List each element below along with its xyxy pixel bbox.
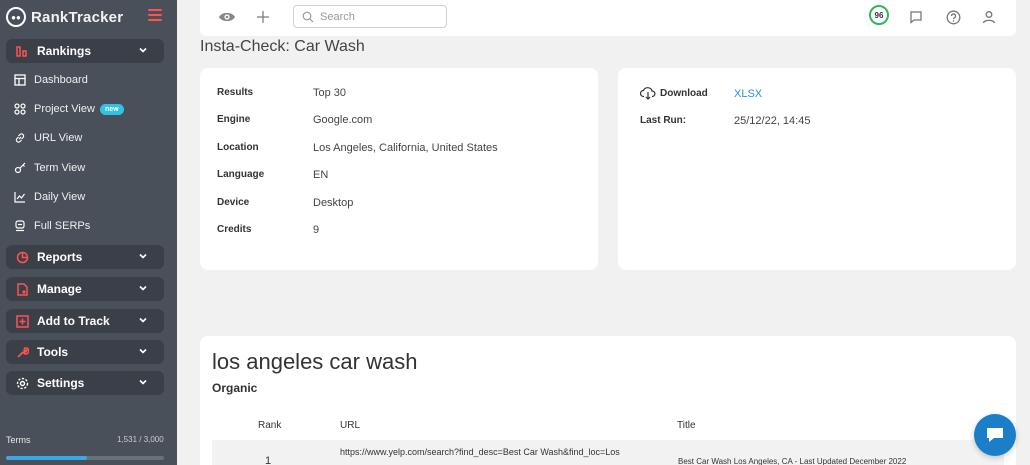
section-settings[interactable]: Settings bbox=[6, 371, 164, 395]
download-card: Download XLSX Last Run: 25/12/22, 14:45 bbox=[618, 68, 1016, 270]
chat-icon bbox=[987, 428, 1003, 442]
title-cell: Best Car Wash Los Angeles, CA - Last Upd… bbox=[678, 457, 907, 465]
column-header-url[interactable]: URL bbox=[340, 420, 360, 431]
search-box[interactable] bbox=[293, 5, 447, 28]
rank-cell: 1 bbox=[265, 455, 272, 465]
section-reports[interactable]: Reports bbox=[6, 245, 164, 269]
table-row: 1 https://www.yelp.com/search?find_desc=… bbox=[212, 440, 1004, 465]
sidebar-item-url-view[interactable]: URL View bbox=[14, 128, 82, 148]
device-value: Desktop bbox=[313, 197, 354, 209]
score-badge[interactable]: 96 bbox=[869, 5, 889, 25]
sidebar-item-project-view[interactable]: Project View new bbox=[14, 99, 124, 119]
chevron-down-icon bbox=[139, 253, 147, 259]
serp-icon bbox=[14, 220, 26, 232]
sidebar: ●● RankTracker Rankings Dashboard Projec… bbox=[0, 0, 177, 465]
sidebar-item-label: Daily View bbox=[34, 191, 86, 203]
terms-link[interactable]: Terms bbox=[6, 435, 31, 445]
sidebar-item-label: Term View bbox=[34, 162, 86, 174]
section-label: Rankings bbox=[37, 44, 92, 58]
line-chart-icon bbox=[14, 191, 26, 203]
chevron-down-icon bbox=[139, 317, 147, 323]
user-icon[interactable] bbox=[980, 8, 998, 26]
download-row: Download bbox=[640, 86, 708, 100]
menu-toggle-icon[interactable] bbox=[148, 9, 162, 21]
search-icon bbox=[302, 11, 314, 22]
chevron-down-icon bbox=[139, 348, 147, 354]
results-value: Top 30 bbox=[313, 87, 347, 99]
section-label: Settings bbox=[37, 376, 85, 390]
sidebar-item-full-serps[interactable]: Full SERPs bbox=[14, 216, 90, 236]
url-cell[interactable]: https://www.yelp.com/search?find_desc=Be… bbox=[340, 446, 660, 458]
device-label: Device bbox=[217, 197, 250, 208]
gear-icon bbox=[16, 377, 29, 390]
last-run-label: Last Run: bbox=[640, 115, 687, 126]
project-icon bbox=[14, 103, 26, 115]
section-rankings[interactable]: Rankings bbox=[6, 39, 164, 63]
section-tools[interactable]: Tools bbox=[6, 340, 164, 364]
location-label: Location bbox=[217, 142, 259, 153]
section-add-to-track[interactable]: Add to Track bbox=[6, 309, 164, 333]
plus-square-icon bbox=[16, 314, 29, 328]
credits-value: 9 bbox=[313, 224, 320, 236]
help-icon[interactable] bbox=[944, 8, 962, 26]
language-label: Language bbox=[217, 169, 265, 180]
language-value: EN bbox=[313, 169, 329, 181]
tools-icon bbox=[16, 346, 29, 359]
column-header-title[interactable]: Title bbox=[677, 420, 696, 431]
credits-progress bbox=[6, 456, 164, 460]
engine-label: Engine bbox=[217, 114, 251, 125]
download-xlsx-link[interactable]: XLSX bbox=[734, 88, 762, 100]
section-label: Tools bbox=[37, 345, 69, 359]
sidebar-item-label: Dashboard bbox=[34, 74, 88, 86]
sidebar-item-label: URL View bbox=[34, 132, 83, 144]
location-value: Los Angeles, California, United States bbox=[313, 142, 498, 154]
credits-label: Credits bbox=[217, 224, 252, 235]
dashboard-icon bbox=[14, 74, 26, 86]
link-icon bbox=[14, 132, 26, 144]
keyword-title: los angeles car wash bbox=[212, 349, 418, 374]
eye-icon[interactable] bbox=[218, 8, 236, 26]
column-header-rank[interactable]: Rank bbox=[258, 420, 281, 431]
result-type: Organic bbox=[212, 381, 258, 395]
brand-name: RankTracker bbox=[31, 8, 124, 26]
sidebar-item-daily-view[interactable]: Daily View bbox=[14, 187, 85, 207]
details-card: Results Top 30 Engine Google.com Locatio… bbox=[200, 68, 598, 270]
section-label: Add to Track bbox=[37, 314, 110, 328]
logo-icon: ●● bbox=[6, 7, 26, 27]
results-card: los angeles car wash Organic Rank URL Ti… bbox=[200, 336, 1016, 465]
download-label: Download bbox=[660, 87, 708, 99]
chevron-down-icon bbox=[139, 47, 147, 53]
key-icon bbox=[14, 162, 26, 174]
cloud-download-icon bbox=[640, 87, 656, 100]
pie-chart-icon bbox=[16, 251, 29, 264]
sidebar-item-label: Project View bbox=[34, 103, 95, 115]
section-manage[interactable]: Manage bbox=[6, 277, 164, 301]
section-label: Reports bbox=[37, 250, 83, 264]
chat-button[interactable] bbox=[974, 414, 1016, 456]
credits-progress-fill bbox=[6, 456, 87, 460]
sidebar-item-dashboard[interactable]: Dashboard bbox=[14, 70, 88, 90]
add-icon[interactable] bbox=[254, 8, 272, 26]
feedback-icon[interactable] bbox=[907, 8, 925, 26]
section-label: Manage bbox=[37, 282, 82, 296]
sidebar-item-term-view[interactable]: Term View bbox=[14, 158, 85, 178]
credits-count: 1,531 / 3,000 bbox=[117, 435, 164, 444]
chevron-down-icon bbox=[139, 379, 147, 385]
last-run-value: 25/12/22, 14:45 bbox=[734, 115, 811, 127]
engine-value: Google.com bbox=[313, 114, 373, 126]
page-title: Insta-Check: Car Wash bbox=[200, 38, 365, 55]
sidebar-item-label: Full SERPs bbox=[34, 220, 91, 232]
rankings-icon bbox=[16, 45, 29, 58]
chevron-down-icon bbox=[139, 285, 147, 291]
new-badge: new bbox=[99, 103, 124, 115]
search-input[interactable] bbox=[320, 10, 440, 23]
results-label: Results bbox=[217, 87, 254, 98]
top-bar: 96 bbox=[200, 0, 1016, 36]
file-settings-icon bbox=[16, 282, 29, 296]
